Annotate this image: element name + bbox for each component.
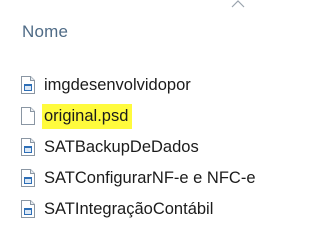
name-column-header[interactable]: Nome <box>22 22 68 42</box>
column-header[interactable]: Nome <box>0 0 319 62</box>
file-row-satintegracaocontabil[interactable]: SATIntegraçãoContábil <box>0 194 319 225</box>
chevron-up-icon <box>231 0 245 8</box>
file-name[interactable]: SATBackupDeDados <box>42 136 201 158</box>
executable-file-icon <box>21 76 35 94</box>
executable-file-icon <box>21 138 35 156</box>
file-list: imgdesenvolvidopor original.psd SATBacku… <box>0 70 319 225</box>
file-row-satbackupdedados[interactable]: SATBackupDeDados <box>0 132 319 163</box>
file-name[interactable]: SATConfigurarNF-e e NFC-e <box>42 167 258 189</box>
executable-file-icon <box>21 200 35 218</box>
file-row-original-psd[interactable]: original.psd <box>0 101 319 132</box>
file-row-satconfigurarnfe[interactable]: SATConfigurarNF-e e NFC-e <box>0 163 319 194</box>
file-name[interactable]: imgdesenvolvidopor <box>42 74 193 96</box>
blank-file-icon <box>21 107 35 125</box>
executable-file-icon <box>21 169 35 187</box>
file-name[interactable]: original.psd <box>42 104 133 129</box>
file-name[interactable]: SATIntegraçãoContábil <box>42 198 215 220</box>
file-row-imgdesenvolvidopor[interactable]: imgdesenvolvidopor <box>0 70 319 101</box>
